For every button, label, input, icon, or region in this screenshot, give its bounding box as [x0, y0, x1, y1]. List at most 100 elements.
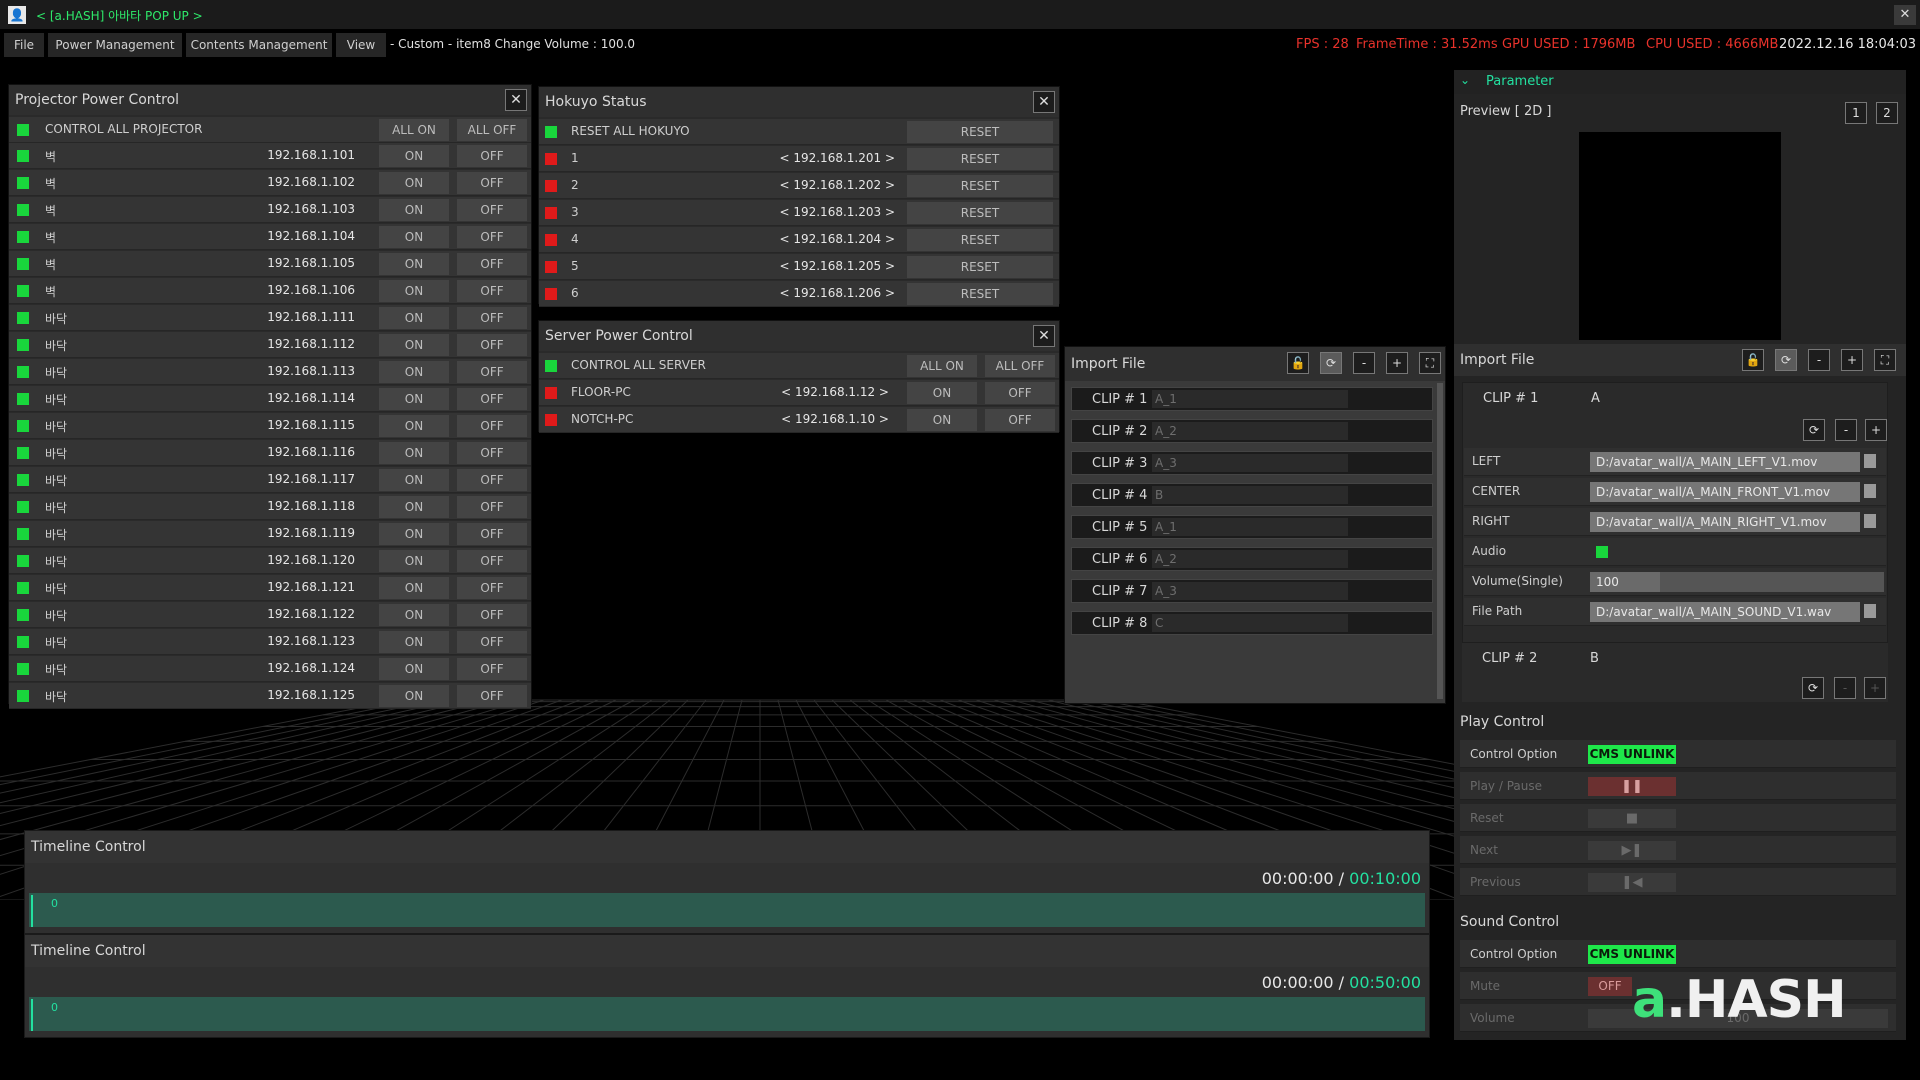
control-button[interactable]: ■ — [1588, 809, 1676, 828]
on-button[interactable]: ON — [379, 199, 449, 221]
preview-2-button[interactable]: 2 — [1876, 102, 1898, 124]
cms-unlink-button[interactable]: CMS UNLINK — [1588, 945, 1676, 964]
off-button[interactable]: OFF — [457, 577, 527, 599]
filepath-input[interactable]: D:/avatar_wall/A_MAIN_SOUND_V1.wav — [1590, 602, 1860, 622]
off-button[interactable]: OFF — [457, 307, 527, 329]
refresh-icon[interactable]: ⟳ — [1802, 677, 1824, 699]
off-button[interactable]: OFF — [457, 469, 527, 491]
all-on-button[interactable]: ALL ON — [907, 355, 977, 377]
off-button[interactable]: OFF — [457, 658, 527, 680]
plus-icon[interactable]: + — [1386, 352, 1408, 374]
on-button[interactable]: ON — [379, 361, 449, 383]
on-button[interactable]: ON — [379, 388, 449, 410]
on-button[interactable]: ON — [379, 523, 449, 545]
control-button[interactable]: ▶❚ — [1588, 841, 1676, 860]
off-button[interactable]: OFF — [457, 226, 527, 248]
refresh-icon[interactable]: ⟳ — [1775, 349, 1797, 371]
preview-viewport[interactable] — [1579, 132, 1781, 340]
expand-icon[interactable]: ⛶ — [1419, 352, 1441, 374]
off-button[interactable]: OFF — [457, 334, 527, 356]
on-button[interactable]: ON — [379, 550, 449, 572]
timeline-track[interactable]: 0 — [29, 997, 1425, 1031]
off-button[interactable]: OFF — [457, 145, 527, 167]
refresh-icon[interactable]: ⟳ — [1803, 419, 1825, 441]
reset-button[interactable]: RESET — [907, 256, 1053, 278]
scrollbar[interactable] — [1437, 383, 1443, 699]
off-button[interactable]: OFF — [457, 280, 527, 302]
off-button[interactable]: OFF — [457, 604, 527, 626]
plus-icon[interactable]: + — [1864, 677, 1886, 699]
clip-row[interactable]: CLIP # 3 A_3 — [1071, 451, 1433, 475]
clip-row[interactable]: CLIP # 4 B — [1071, 483, 1433, 507]
clip-value-input[interactable]: A_3 — [1152, 454, 1348, 472]
off-button[interactable]: OFF — [985, 382, 1055, 404]
off-button[interactable]: OFF — [457, 172, 527, 194]
close-icon[interactable]: ✕ — [1033, 91, 1055, 113]
lock-icon[interactable]: 🔓 — [1287, 352, 1309, 374]
minus-icon[interactable]: - — [1353, 352, 1375, 374]
off-button[interactable]: OFF — [457, 253, 527, 275]
reset-button[interactable]: RESET — [907, 175, 1053, 197]
off-button[interactable]: OFF — [457, 685, 527, 707]
cms-unlink-button[interactable]: CMS UNLINK — [1588, 745, 1676, 764]
menu-view[interactable]: View — [336, 33, 386, 57]
clip-row[interactable]: CLIP # 6 A_2 — [1071, 547, 1433, 571]
close-icon[interactable]: ✕ — [505, 89, 527, 111]
all-off-button[interactable]: ALL OFF — [985, 355, 1055, 377]
reset-button[interactable]: RESET — [907, 148, 1053, 170]
clip-value-input[interactable]: A_1 — [1152, 390, 1348, 408]
off-button[interactable]: OFF — [457, 415, 527, 437]
plus-icon[interactable]: + — [1865, 419, 1887, 441]
plus-icon[interactable]: + — [1841, 349, 1863, 371]
control-button[interactable]: ❚◀ — [1588, 873, 1676, 892]
on-button[interactable]: ON — [379, 658, 449, 680]
clip-row[interactable]: CLIP # 2 A_2 — [1071, 419, 1433, 443]
mute-toggle[interactable]: OFF — [1588, 977, 1632, 996]
on-button[interactable]: ON — [379, 577, 449, 599]
clip-row[interactable]: CLIP # 5 A_1 — [1071, 515, 1433, 539]
on-button[interactable]: ON — [379, 604, 449, 626]
reset-all-button[interactable]: RESET — [907, 121, 1053, 143]
reset-button[interactable]: RESET — [907, 283, 1053, 305]
clip-row[interactable]: CLIP # 1 A_1 — [1071, 387, 1433, 411]
menu-power-management[interactable]: Power Management — [48, 33, 182, 57]
clip-value-input[interactable]: A_2 — [1152, 422, 1348, 440]
window-close-button[interactable]: ✕ — [1894, 5, 1916, 25]
on-button[interactable]: ON — [379, 334, 449, 356]
audio-checkbox[interactable] — [1596, 546, 1608, 558]
volume-slider-track[interactable] — [1660, 572, 1884, 592]
timeline-track[interactable]: 0 — [29, 893, 1425, 927]
on-button[interactable]: ON — [379, 415, 449, 437]
clip-value-input[interactable]: C — [1152, 614, 1348, 632]
reset-button[interactable]: RESET — [907, 202, 1053, 224]
menu-contents-management[interactable]: Contents Management — [186, 33, 332, 57]
lock-icon[interactable]: 🔓 — [1742, 349, 1764, 371]
off-button[interactable]: OFF — [457, 523, 527, 545]
preview-1-button[interactable]: 1 — [1845, 102, 1867, 124]
on-button[interactable]: ON — [379, 253, 449, 275]
on-button[interactable]: ON — [379, 442, 449, 464]
playhead[interactable] — [31, 895, 33, 927]
refresh-icon[interactable]: ⟳ — [1320, 352, 1342, 374]
off-button[interactable]: OFF — [457, 631, 527, 653]
file-icon[interactable] — [1864, 484, 1876, 498]
clip-row[interactable]: CLIP # 7 A_3 — [1071, 579, 1433, 603]
file-icon[interactable] — [1864, 514, 1876, 528]
clip-value-input[interactable]: A_1 — [1152, 518, 1348, 536]
clip-value-input[interactable]: A_3 — [1152, 582, 1348, 600]
on-button[interactable]: ON — [379, 631, 449, 653]
clip-value-input[interactable]: B — [1152, 486, 1348, 504]
clip-value-input[interactable]: A_2 — [1152, 550, 1348, 568]
clip-row[interactable]: CLIP # 8 C — [1071, 611, 1433, 635]
minus-icon[interactable]: - — [1835, 419, 1857, 441]
file-icon[interactable] — [1864, 454, 1876, 468]
menu-file[interactable]: File — [4, 33, 44, 57]
playhead[interactable] — [31, 999, 33, 1031]
file-path-input[interactable]: D:/avatar_wall/A_MAIN_FRONT_V1.mov — [1590, 482, 1860, 502]
on-button[interactable]: ON — [379, 685, 449, 707]
on-button[interactable]: ON — [907, 382, 977, 404]
close-icon[interactable]: ✕ — [1033, 325, 1055, 347]
off-button[interactable]: OFF — [985, 409, 1055, 431]
off-button[interactable]: OFF — [457, 550, 527, 572]
on-button[interactable]: ON — [379, 307, 449, 329]
